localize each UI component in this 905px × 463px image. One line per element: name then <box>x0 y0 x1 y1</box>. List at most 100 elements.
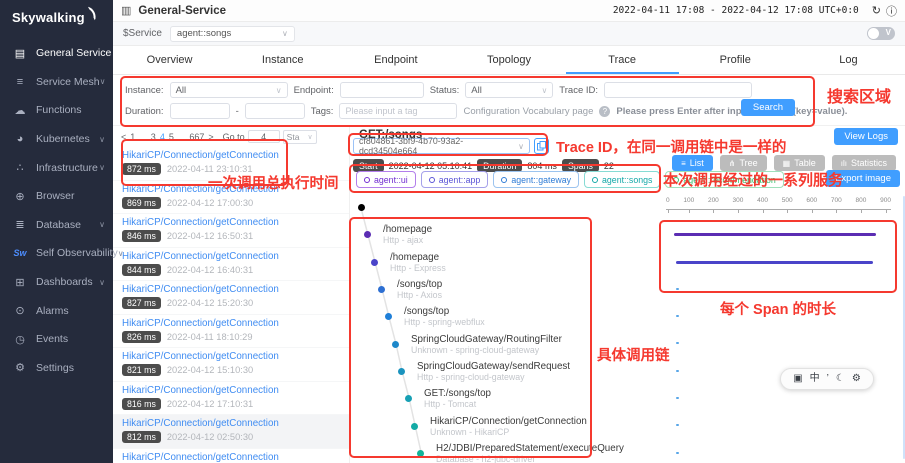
trace-id-label: Trace ID: <box>559 85 598 96</box>
span-row[interactable]: /homepage Http - Express <box>350 249 600 276</box>
page-button[interactable]: 1 <box>128 132 137 142</box>
trace-list-item[interactable]: HikariCP/Connection/getConnection 844 ms… <box>113 248 349 282</box>
tab[interactable]: Trace <box>566 46 679 74</box>
trace-list-item[interactable]: HikariCP/Connection/getConnection 816 ms… <box>113 382 349 416</box>
tab[interactable]: Topology <box>452 46 565 74</box>
service-chip-icon <box>501 177 507 183</box>
page-button[interactable]: ... <box>176 132 188 142</box>
tab[interactable]: Endpoint <box>339 46 452 74</box>
span-row[interactable]: /songs/top Http - spring-webflux <box>350 303 600 330</box>
service-chip[interactable]: agent::recommendation <box>665 171 783 188</box>
span-dot-icon <box>364 231 371 238</box>
sidebar-item[interactable]: ⊞ Dashboards ∨ <box>0 268 113 297</box>
span-row[interactable]: HikariCP/Connection/getConnection Unknow… <box>350 412 600 439</box>
span-row[interactable]: /homepage Http - ajax <box>350 221 600 248</box>
span-layer: Http - Express <box>390 263 446 273</box>
page-button[interactable]: > <box>206 132 215 142</box>
sidebar-item[interactable]: ⊙ Alarms <box>0 296 113 325</box>
trace-id-select[interactable]: cf804861-3bf9-4b70-93a2-dcd34504e664 ∨ <box>353 138 530 154</box>
status-select[interactable]: All ∨ <box>465 82 553 98</box>
view-logs-button[interactable]: View Logs <box>834 128 898 145</box>
span-dot-icon <box>405 395 412 402</box>
service-chip[interactable]: agent::app <box>421 171 489 188</box>
copy-trace-id-button[interactable] <box>534 138 549 154</box>
trace-list-item[interactable]: HikariCP/Connection/getConnection 826 ms… <box>113 315 349 349</box>
span-row[interactable]: SpringCloudGateway/sendRequest Http - sp… <box>350 358 600 385</box>
page-button[interactable]: 667 <box>187 132 206 142</box>
view-mode-button[interactable]: ≡ List <box>672 155 713 171</box>
instance-select[interactable]: All ∨ <box>170 82 288 98</box>
page-button[interactable]: ... <box>137 132 149 142</box>
span-row[interactable]: GET:/songs/top Http - Tomcat <box>350 385 600 412</box>
span-row[interactable] <box>350 194 600 221</box>
page-button[interactable]: < <box>119 132 128 142</box>
view-mode-button[interactable]: ⋔ Tree <box>720 155 767 171</box>
duration-separator: - <box>236 106 239 117</box>
duration-min-input[interactable] <box>176 106 224 116</box>
sidebar-item[interactable]: ◷ Events <box>0 325 113 354</box>
time-range[interactable]: 2022-04-11 17:08 - 2022-04-12 17:08 UTC+… <box>613 5 859 16</box>
service-select[interactable]: agent::songs ∨ <box>170 26 295 42</box>
help-icon[interactable]: ? <box>599 106 610 117</box>
toolbar-icon[interactable]: ▣ <box>793 374 802 384</box>
panel-toggle-icon[interactable]: ▥ <box>121 4 131 17</box>
span-row[interactable]: /songs/top Http - Axios <box>350 276 600 303</box>
tab[interactable]: Log <box>792 46 905 74</box>
info-icon[interactable]: ⓘ <box>886 3 897 19</box>
span-dot-icon <box>392 341 399 348</box>
trace-list-item[interactable]: HikariCP/Connection/getConnection 872 ms… <box>113 147 349 181</box>
sidebar-item[interactable]: ▤ General Service <box>0 39 113 68</box>
sidebar-item[interactable]: ☁ Functions <box>0 96 113 125</box>
span-row[interactable]: SpringCloudGateway/RoutingFilter Unknown… <box>350 330 600 357</box>
toolbar-icon[interactable]: 中 <box>810 374 820 384</box>
tab[interactable]: Instance <box>226 46 339 74</box>
tab[interactable]: Profile <box>679 46 792 74</box>
config-vocabulary-link[interactable]: Configuration Vocabulary page <box>463 106 593 117</box>
search-button[interactable]: Search <box>741 99 795 116</box>
trace-list-item[interactable]: HikariCP/Connection/getConnection 812 ms… <box>113 449 349 463</box>
trace-id-input[interactable] <box>610 85 746 95</box>
view-mode-icon: ▦ <box>783 159 791 168</box>
toolbar-icon[interactable]: ⚙ <box>852 374 861 384</box>
trace-list-item[interactable]: HikariCP/Connection/getConnection 827 ms… <box>113 281 349 315</box>
page-button[interactable]: 5 <box>167 132 176 142</box>
sidebar-item[interactable]: ≣ Database ∨ <box>0 211 113 240</box>
service-chip[interactable]: agent::songs <box>584 171 660 188</box>
toolbar-icon[interactable]: ’ <box>827 374 829 384</box>
export-image-button[interactable]: Export image <box>826 170 900 187</box>
goto-page-input[interactable] <box>248 130 280 143</box>
trace-list-item[interactable]: HikariCP/Connection/getConnection 869 ms… <box>113 181 349 215</box>
sidebar-item[interactable]: ⊕ Browser <box>0 182 113 211</box>
page-button[interactable]: 4 <box>158 132 167 142</box>
auto-refresh-toggle[interactable]: V <box>867 27 895 40</box>
sidebar-item[interactable]: ⚙ Settings <box>0 354 113 383</box>
trace-list-item[interactable]: HikariCP/Connection/getConnection 821 ms… <box>113 348 349 382</box>
span-row[interactable]: H2/JDBI/PreparedStatement/executeQuery D… <box>350 440 600 463</box>
toolbar-icon[interactable]: ☾ <box>836 374 845 384</box>
duration-badge: 844 ms <box>122 264 161 276</box>
sidebar-item[interactable]: ≡ Service Mesh ∨ <box>0 68 113 97</box>
refresh-icon[interactable]: ↻ <box>872 4 881 17</box>
service-chip[interactable]: agent::gateway <box>493 171 579 188</box>
trace-list-item[interactable]: HikariCP/Connection/getConnection 812 ms… <box>113 415 349 449</box>
spans-value: 22 <box>604 161 614 171</box>
tags-input[interactable] <box>345 106 451 116</box>
service-chip[interactable]: agent::ui <box>356 171 416 188</box>
view-mode-button[interactable]: ▦ Table <box>774 155 825 171</box>
tab[interactable]: Overview <box>113 46 226 74</box>
page-size-select[interactable]: Sta ∨ <box>283 130 317 144</box>
sidebar-item[interactable]: ∴ Infrastructure ∨ <box>0 153 113 182</box>
span-dot-icon <box>378 286 385 293</box>
duration-max-input[interactable] <box>251 106 299 116</box>
page-title: General-Service <box>138 5 612 17</box>
view-mode-button[interactable]: ılı Statistics <box>832 155 896 171</box>
span-duration-bar <box>676 370 679 372</box>
view-mode-label: List <box>690 158 704 168</box>
page-button[interactable]: 3 <box>149 132 158 142</box>
sidebar-item[interactable]: ◕ Kubernetes ∨ <box>0 125 113 154</box>
trace-list-item[interactable]: HikariCP/Connection/getConnection 846 ms… <box>113 214 349 248</box>
trace-item-meta: 872 ms 2022-04-11 23:10:31 <box>122 163 340 175</box>
chevron-down-icon: ∨ <box>99 135 105 144</box>
endpoint-input[interactable] <box>346 85 418 95</box>
sidebar-item[interactable]: Sw Self Observability ∨ <box>0 239 113 268</box>
